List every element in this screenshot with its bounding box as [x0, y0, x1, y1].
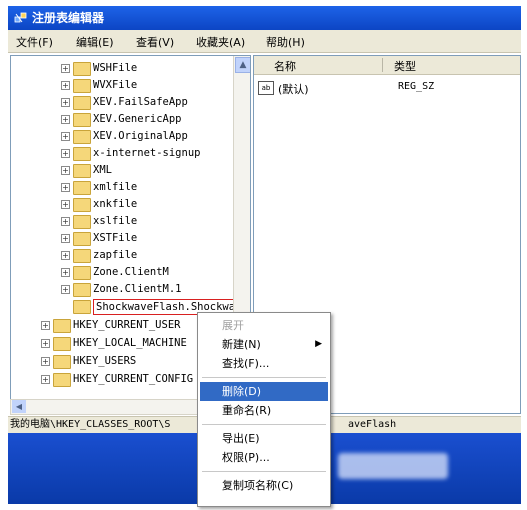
- menu-item-export[interactable]: 导出(E): [200, 429, 328, 448]
- folder-icon: [53, 373, 71, 387]
- tree-node-label: XEV.GenericApp: [93, 113, 182, 125]
- menu-file[interactable]: 文件(F): [16, 34, 53, 50]
- tree-node-label: WSHFile: [93, 62, 138, 74]
- expand-toggle[interactable]: +: [61, 81, 70, 90]
- scroll-left-icon[interactable]: ◀: [12, 400, 26, 413]
- title-bar[interactable]: 注册表编辑器: [8, 6, 521, 30]
- expand-toggle[interactable]: +: [61, 98, 70, 107]
- menu-item-permissions[interactable]: 权限(P)...: [200, 448, 328, 467]
- expand-toggle[interactable]: +: [61, 183, 70, 192]
- registry-editor-icon: [14, 12, 27, 23]
- folder-icon: [73, 249, 91, 263]
- menu-item-rename[interactable]: 重命名(R): [200, 401, 328, 420]
- tree-node-label: HKEY_CURRENT_USER: [73, 319, 181, 331]
- tree-node-label: HKEY_CURRENT_CONFIG: [73, 373, 194, 385]
- status-path: 我的电脑\HKEY_CLASSES_ROOT\S: [10, 419, 171, 430]
- folder-icon: [73, 232, 91, 246]
- values-column-header: 名称 类型: [254, 56, 520, 75]
- expand-toggle[interactable]: +: [61, 268, 70, 277]
- status-path-tail: aveFlash: [348, 419, 397, 430]
- folder-icon: [73, 79, 91, 93]
- tree-node-label: xmlfile: [93, 181, 138, 193]
- menu-item-expand[interactable]: 展开: [200, 316, 328, 335]
- menu-item-delete[interactable]: 删除(D): [200, 382, 328, 401]
- tree-node-label: Zone.ClientM.1: [93, 283, 182, 295]
- menu-separator: [202, 424, 326, 425]
- menu-help[interactable]: 帮助(H): [266, 34, 305, 50]
- menu-separator: [202, 377, 326, 378]
- column-name[interactable]: 名称: [274, 58, 296, 74]
- folder-icon: [53, 355, 71, 369]
- menu-favorites[interactable]: 收藏夹(A): [196, 34, 245, 50]
- tree-node-label: zapfile: [93, 249, 138, 261]
- expand-toggle[interactable]: +: [41, 321, 50, 330]
- expand-toggle[interactable]: +: [61, 166, 70, 175]
- menu-edit[interactable]: 编辑(E): [76, 34, 114, 50]
- value-row[interactable]: ab (默认) REG_SZ: [258, 80, 518, 96]
- folder-icon: [53, 319, 71, 333]
- folder-icon: [73, 198, 91, 212]
- folder-icon: [73, 113, 91, 127]
- tree-node-label: WVXFile: [93, 79, 138, 91]
- expand-toggle[interactable]: +: [61, 115, 70, 124]
- menu-separator: [202, 471, 326, 472]
- value-type: REG_SZ: [398, 81, 435, 92]
- folder-icon: [73, 300, 91, 314]
- tree-node-label: XEV.FailSafeApp: [93, 96, 188, 108]
- expand-toggle[interactable]: +: [61, 149, 70, 158]
- expand-toggle[interactable]: +: [41, 357, 50, 366]
- folder-icon: [73, 130, 91, 144]
- folder-icon: [73, 62, 91, 76]
- submenu-arrow-icon: ▶: [315, 339, 322, 349]
- folder-icon: [73, 215, 91, 229]
- folder-icon: [73, 147, 91, 161]
- expand-toggle[interactable]: +: [41, 339, 50, 348]
- folder-icon: [73, 96, 91, 110]
- context-menu: 展开 新建(N) ▶ 查找(F)... 删除(D) 重命名(R) 导出(E) 权限…: [197, 312, 331, 507]
- tree-node-label: Zone.ClientM: [93, 266, 169, 278]
- menu-item-copy-key-name[interactable]: 复制项名称(C): [200, 476, 328, 495]
- expand-toggle[interactable]: +: [61, 200, 70, 209]
- menu-bar: 文件(F) 编辑(E) 查看(V) 收藏夹(A) 帮助(H): [8, 30, 521, 53]
- expand-toggle[interactable]: +: [61, 132, 70, 141]
- tree-node-label: xnkfile: [93, 198, 138, 210]
- string-value-icon: ab: [258, 81, 274, 95]
- expand-toggle[interactable]: +: [61, 251, 70, 260]
- tree-node-label: x-internet-signup: [93, 147, 201, 159]
- expand-toggle[interactable]: +: [61, 285, 70, 294]
- expand-toggle[interactable]: +: [61, 234, 70, 243]
- menu-item-find[interactable]: 查找(F)...: [200, 354, 328, 373]
- tree-node-label: XML: [93, 164, 112, 176]
- folder-icon: [73, 181, 91, 195]
- expand-toggle[interactable]: +: [61, 217, 70, 226]
- menu-item-new[interactable]: 新建(N) ▶: [200, 335, 328, 354]
- tree-node-label: HKEY_LOCAL_MACHINE: [73, 337, 187, 349]
- column-divider[interactable]: [382, 58, 383, 72]
- blurred-area: [338, 453, 448, 479]
- tree-node-label: xslfile: [93, 215, 138, 227]
- expand-toggle[interactable]: +: [61, 64, 70, 73]
- scroll-up-icon[interactable]: ▲: [235, 57, 250, 73]
- window-title: 注册表编辑器: [32, 11, 105, 25]
- tree-node-label: XSTFile: [93, 232, 138, 244]
- tree-node-label: HKEY_USERS: [73, 355, 137, 367]
- folder-icon: [73, 164, 91, 178]
- expand-toggle[interactable]: +: [41, 375, 50, 384]
- tree-node-label: XEV.OriginalApp: [93, 130, 188, 142]
- folder-icon: [73, 266, 91, 280]
- folder-icon: [53, 337, 71, 351]
- menu-view[interactable]: 查看(V): [136, 34, 174, 50]
- value-name: (默认): [278, 83, 309, 96]
- folder-icon: [73, 283, 91, 297]
- column-type[interactable]: 类型: [394, 58, 416, 74]
